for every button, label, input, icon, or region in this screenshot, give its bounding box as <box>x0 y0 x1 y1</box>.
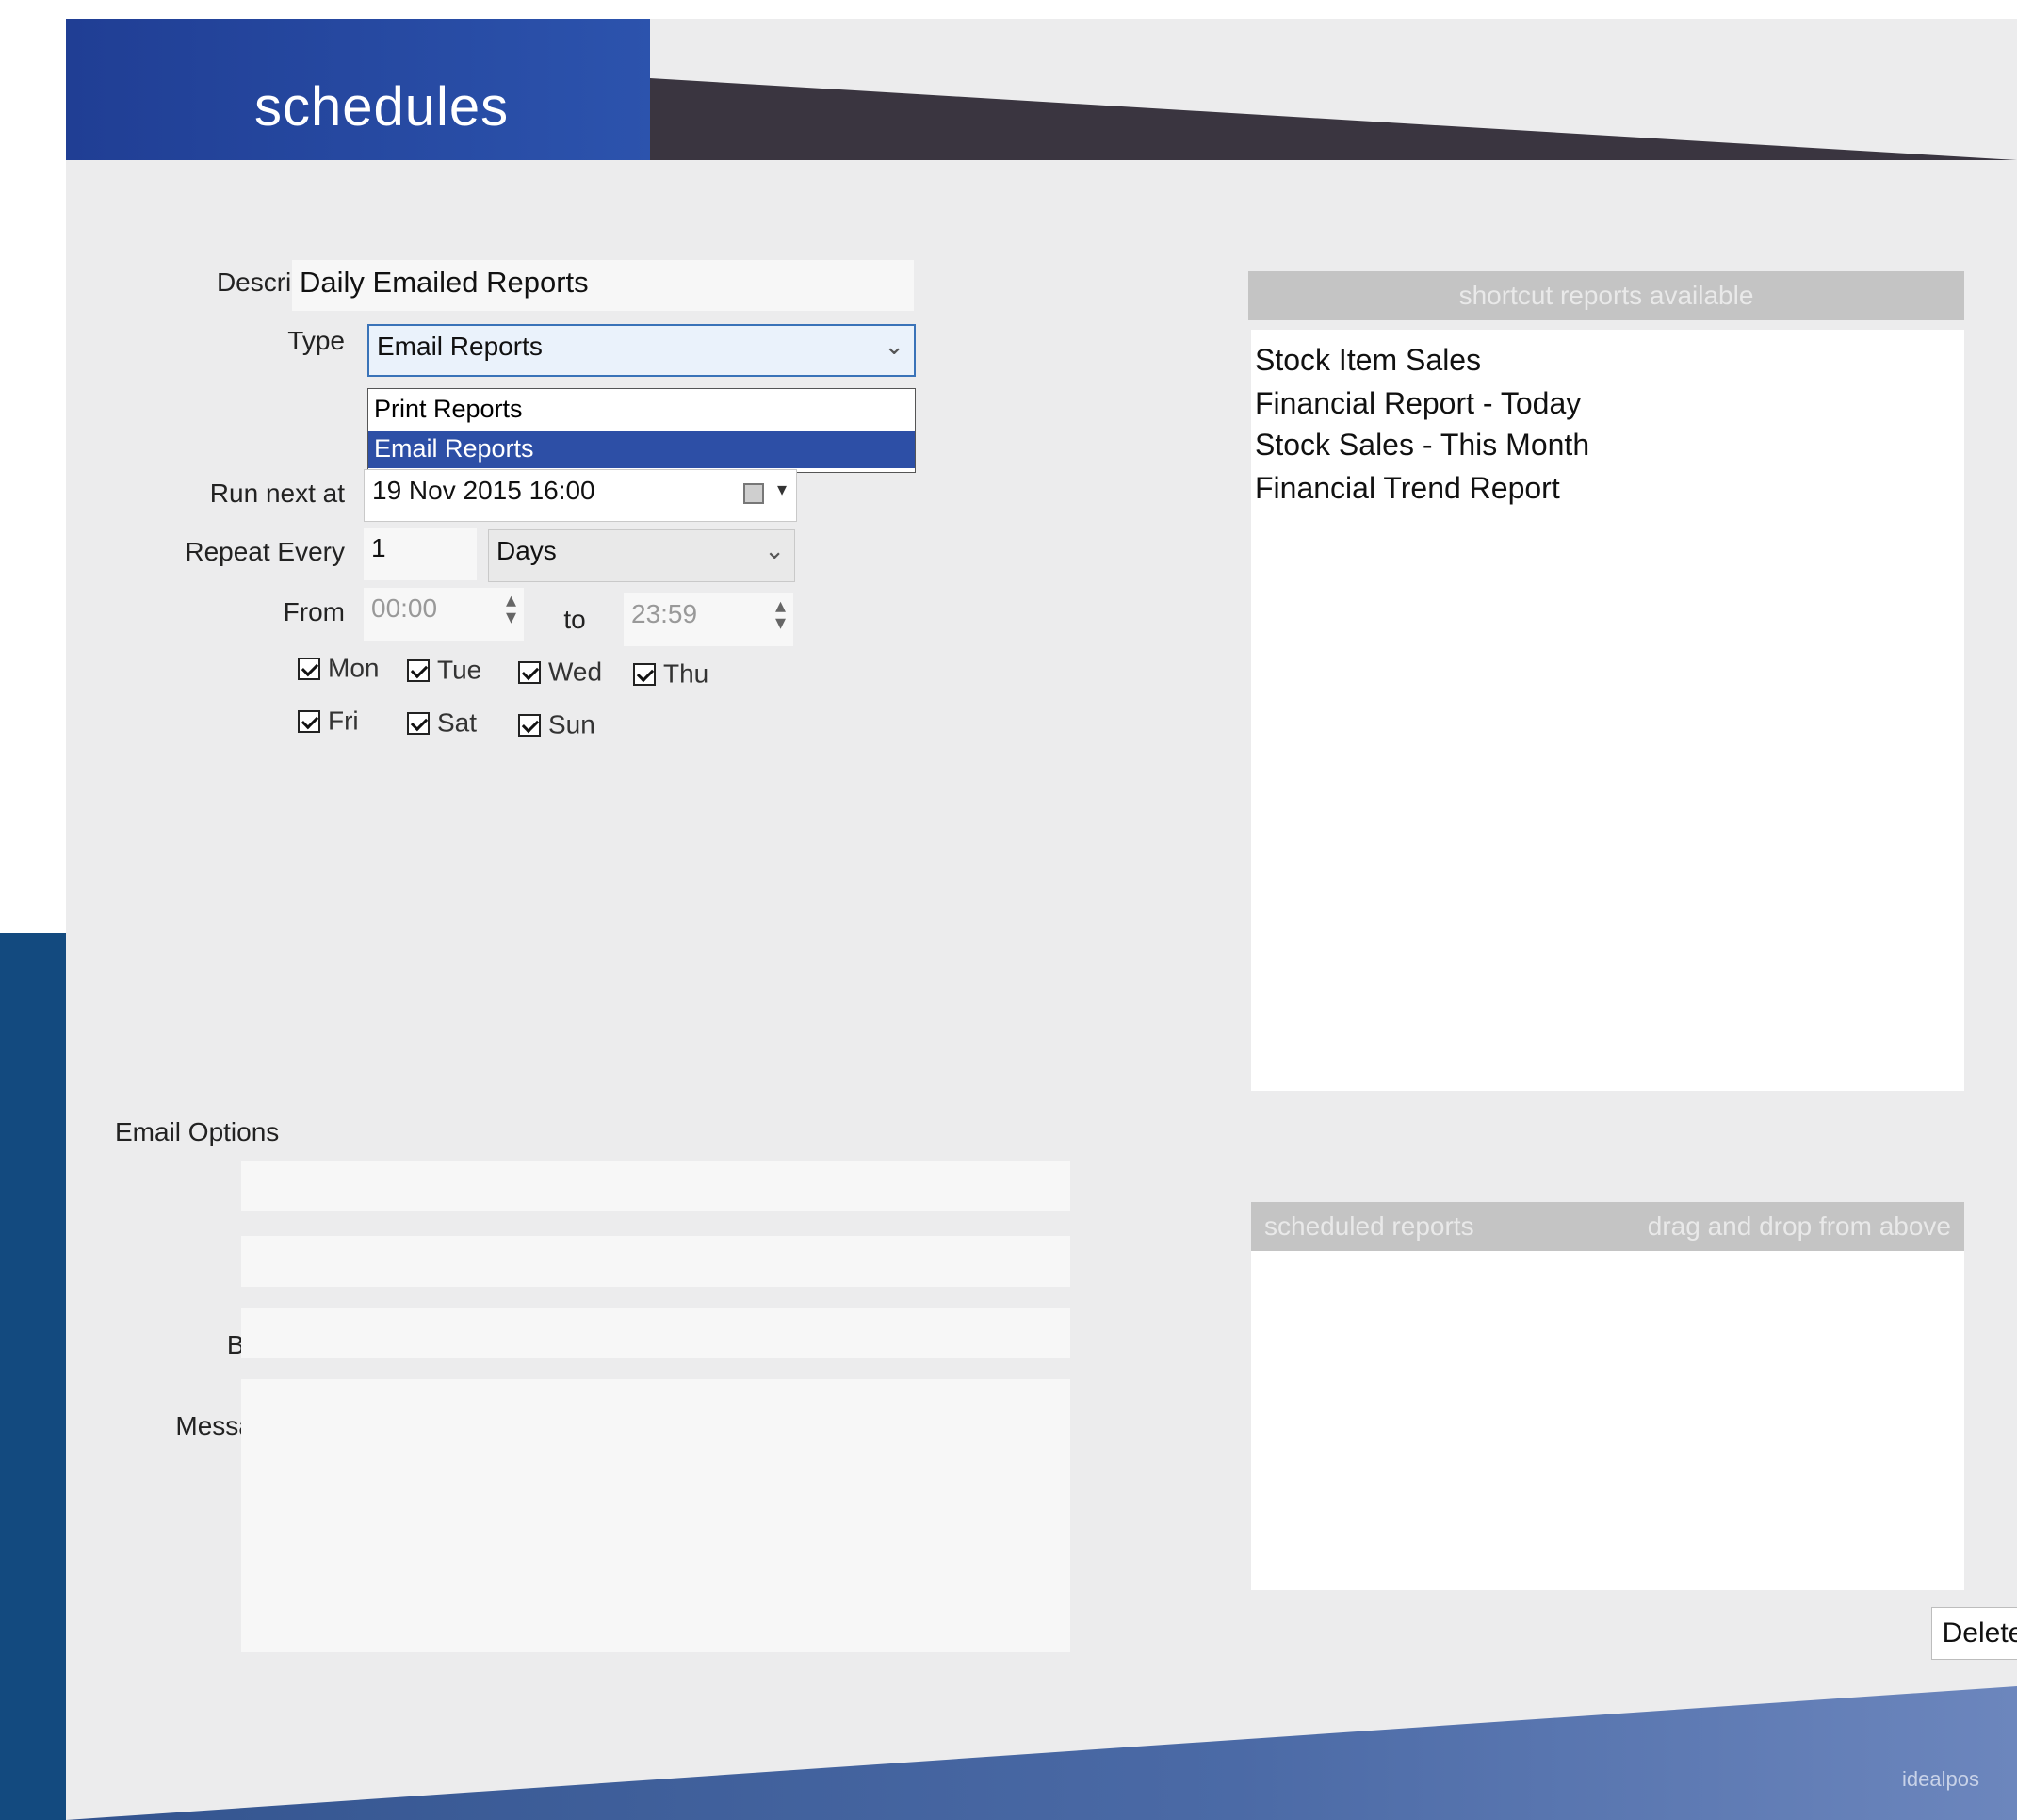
email-to-field[interactable] <box>241 1161 1070 1211</box>
time-spinner-icon[interactable]: ▴ ▾ <box>775 595 786 633</box>
schedules-window: schedules Description Daily Emailed Repo… <box>66 19 2017 1820</box>
run-next-datetime[interactable]: 19 Nov 2015 16:00 ▾ <box>364 469 797 522</box>
checkbox-checked-icon[interactable] <box>633 662 656 686</box>
delete-button[interactable]: Delete <box>1931 1607 2017 1660</box>
day-label: Mon <box>328 653 380 683</box>
type-label: Type <box>287 326 345 355</box>
from-time-value: 00:00 <box>371 593 438 623</box>
footer-bar <box>66 1686 2017 1820</box>
scheduled-reports-list[interactable] <box>1251 1251 1964 1590</box>
to-label: to <box>563 605 586 634</box>
type-dropdown-list: Print Reports Email Reports <box>367 388 916 473</box>
checkbox-checked-icon[interactable] <box>407 658 430 682</box>
to-time-value: 23:59 <box>631 599 698 628</box>
chevron-down-icon[interactable]: ⌄ <box>884 332 904 361</box>
repeat-label: Repeat Every <box>185 537 345 566</box>
day-checkbox-fri[interactable]: Fri <box>298 705 359 739</box>
day-checkbox-wed[interactable]: Wed <box>518 656 602 690</box>
calendar-icon[interactable] <box>743 483 764 504</box>
day-checkbox-sat[interactable]: Sat <box>407 707 477 740</box>
day-label: Wed <box>548 657 603 687</box>
email-bcc-field[interactable] <box>241 1308 1070 1358</box>
day-label: Sat <box>437 707 478 738</box>
repeat-interval-input[interactable]: 1 <box>364 528 477 580</box>
email-options-heading: Email Options <box>115 1117 280 1146</box>
scheduled-panel-title: scheduled reports <box>1264 1211 1474 1241</box>
day-label: Tue <box>437 655 482 685</box>
checkbox-checked-icon[interactable] <box>298 657 320 680</box>
shortcut-reports-list: Stock Item Sales Financial Report - Toda… <box>1251 330 1964 1091</box>
app-screen: schedules Description Daily Emailed Repo… <box>0 0 2017 1820</box>
to-time-input[interactable]: 23:59 ▴ ▾ <box>624 593 793 646</box>
day-label: Fri <box>328 706 359 736</box>
page-title: schedules <box>254 76 510 138</box>
chevron-down-icon[interactable]: ⌄ <box>764 536 785 565</box>
checkbox-checked-icon[interactable] <box>298 709 320 733</box>
time-spinner-icon[interactable]: ▴ ▾ <box>506 590 516 627</box>
run-next-label: Run next at <box>209 479 345 508</box>
checkbox-checked-icon[interactable] <box>518 660 541 684</box>
from-label: From <box>283 597 345 626</box>
list-item[interactable]: Financial Trend Report <box>1255 471 1560 506</box>
email-cc-field[interactable] <box>241 1236 1070 1287</box>
list-item[interactable]: Stock Item Sales <box>1255 343 1481 378</box>
repeat-unit-value: Days <box>496 536 557 565</box>
checkbox-checked-icon[interactable] <box>407 711 430 735</box>
dropdown-arrow-icon[interactable]: ▾ <box>777 478 787 501</box>
day-label: Thu <box>663 658 709 689</box>
day-checkbox-sun[interactable]: Sun <box>518 708 595 742</box>
day-checkbox-mon[interactable]: Mon <box>298 652 379 686</box>
description-field[interactable]: Daily Emailed Reports <box>292 260 914 311</box>
run-next-value: 19 Nov 2015 16:00 <box>372 476 595 505</box>
scheduled-panel-header: scheduled reports drag and drop from abo… <box>1251 1202 1964 1251</box>
list-item[interactable]: Financial Report - Today <box>1255 386 1581 421</box>
from-time-input[interactable]: 00:00 ▴ ▾ <box>364 588 524 641</box>
footer-logo: idealpos <box>1902 1767 1979 1791</box>
shortcut-panel-header: shortcut reports available <box>1248 271 1964 320</box>
left-accent-band <box>0 933 66 1820</box>
day-label: Sun <box>548 709 595 739</box>
type-option-print[interactable]: Print Reports <box>368 391 915 429</box>
repeat-unit-select[interactable]: Days ⌄ <box>488 529 795 582</box>
checkbox-checked-icon[interactable] <box>518 713 541 737</box>
type-select[interactable]: Email Reports ⌄ <box>367 324 916 377</box>
scheduled-panel-hint: drag and drop from above <box>1647 1211 1951 1241</box>
list-item[interactable]: Stock Sales - This Month <box>1255 428 1589 463</box>
type-option-email[interactable]: Email Reports <box>368 431 915 468</box>
email-message-field[interactable] <box>241 1379 1070 1652</box>
day-checkbox-tue[interactable]: Tue <box>407 654 481 688</box>
day-checkbox-thu[interactable]: Thu <box>633 658 708 691</box>
type-select-value: Email Reports <box>377 332 543 361</box>
